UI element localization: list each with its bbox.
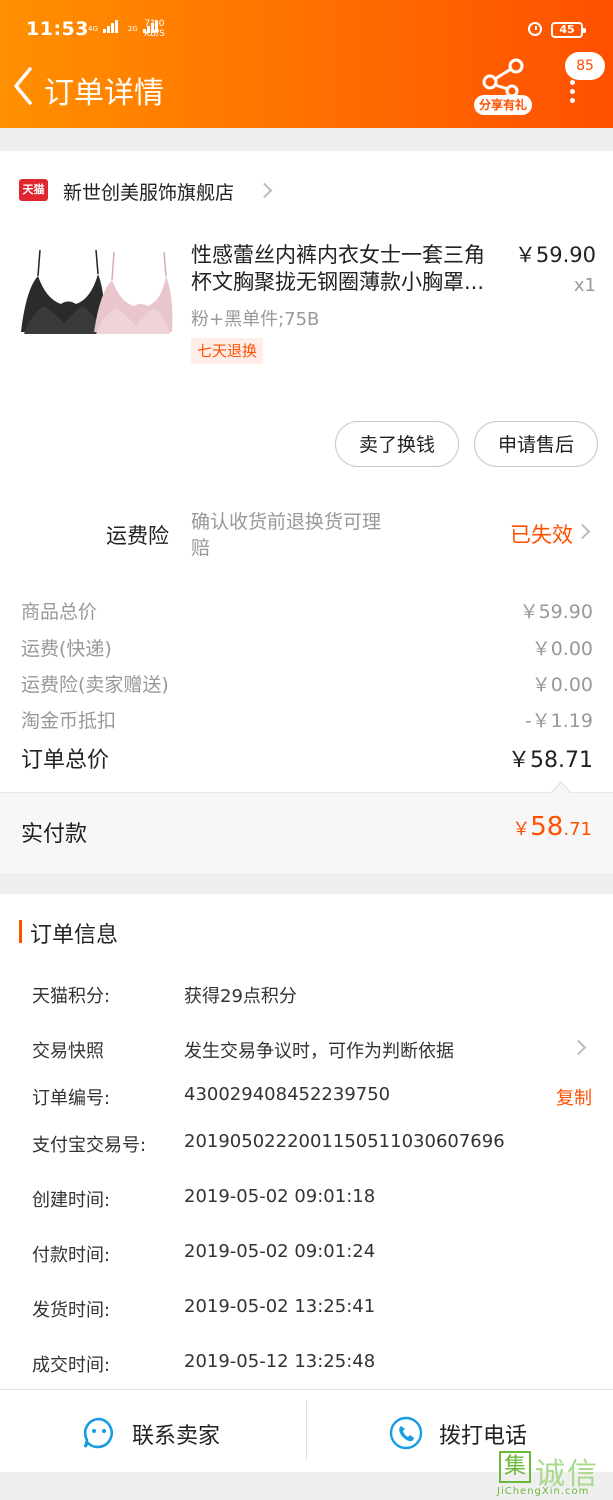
- call-phone-label: 拨打电话: [439, 1424, 528, 1449]
- watermark-url: JiChengXin.com: [497, 1486, 590, 1497]
- tmall-logo-icon: 天猫: [19, 179, 48, 201]
- seven-day-return-tag: 七天退换: [191, 338, 264, 364]
- network-type-1: 4G: [88, 25, 98, 33]
- call-phone-button[interactable]: 拨打电话: [389, 1414, 549, 1454]
- freight-insurance-label: 运费险: [106, 524, 169, 548]
- contact-seller-button[interactable]: 联系卖家: [82, 1414, 242, 1454]
- shipped-time-label: 发货时间:: [32, 1300, 111, 1321]
- phone-icon: [389, 1416, 423, 1450]
- signal-bars-icon: [102, 20, 118, 33]
- completed-time-label: 成交时间:: [32, 1355, 111, 1376]
- paid-int: 58: [530, 812, 564, 842]
- created-time-label: 创建时间:: [32, 1190, 111, 1211]
- share-gift-button[interactable]: 分享有礼: [470, 58, 536, 116]
- paid-time-value: 2019-05-02 09:01:24: [184, 1241, 376, 1262]
- network-type-2: 2G: [127, 25, 138, 33]
- taojinbi-discount-label: 淘金币抵扣: [21, 710, 117, 732]
- shipped-time-value: 2019-05-02 13:25:41: [184, 1296, 376, 1317]
- points-value: 获得29点积分: [184, 986, 297, 1007]
- freight-insurance-fee-label: 运费险(卖家赠送): [21, 674, 169, 696]
- resell-button[interactable]: 卖了换钱: [335, 421, 459, 467]
- completed-time-value: 2019-05-12 13:25:48: [184, 1351, 376, 1372]
- order-no-label: 订单编号:: [32, 1088, 111, 1109]
- shipping-fee-label: 运费(快递): [21, 638, 112, 660]
- apply-aftersale-button[interactable]: 申请售后: [474, 421, 598, 467]
- copy-order-no-button[interactable]: 复制: [556, 1084, 592, 1110]
- freight-insurance-desc-line-1: 确认收货前退换货可理: [191, 511, 382, 533]
- section-accent-bar: [19, 920, 22, 943]
- product-quantity: x1: [573, 275, 596, 296]
- chat-smile-icon: [83, 1417, 114, 1449]
- shop-name[interactable]: 新世创美服饰旗舰店: [63, 178, 234, 205]
- bottom-divider: [306, 1400, 307, 1460]
- order-total-value: ￥58.71: [508, 748, 593, 773]
- product-title-line-1[interactable]: 性感蕾丝内裤内衣女士一套三角: [191, 241, 485, 269]
- site-watermark: 集 诚信 JiChengXin.com: [495, 1449, 613, 1500]
- order-total-label: 订单总价: [21, 748, 110, 773]
- goods-total-label: 商品总价: [21, 601, 98, 623]
- alarm-icon: [528, 22, 542, 36]
- pointer-notch: [552, 783, 570, 793]
- created-time-value: 2019-05-02 09:01:18: [184, 1186, 376, 1207]
- paid-time-label: 付款时间:: [32, 1245, 111, 1266]
- snapshot-value: 发生交易争议时，可作为判断依据: [184, 1041, 454, 1062]
- product-price: ￥59.90: [514, 243, 596, 267]
- paid-dec: .71: [563, 819, 592, 840]
- actual-paid-value: ￥58.71: [512, 812, 592, 842]
- points-label: 天猫积分:: [32, 986, 111, 1007]
- alipay-no-label: 支付宝交易号:: [32, 1135, 147, 1156]
- paid-currency: ￥: [512, 819, 531, 840]
- freight-insurance-fee-value: ￥0.00: [531, 674, 593, 696]
- freight-insurance-status: 已失效: [510, 523, 573, 547]
- order-info-title: 订单信息: [30, 923, 119, 948]
- snapshot-label: 交易快照: [32, 1041, 104, 1062]
- freight-insurance-desc-line-2: 赔: [191, 537, 211, 559]
- speed-value: 71.0: [144, 19, 165, 29]
- shipping-fee-value: ￥0.00: [531, 638, 593, 660]
- taojinbi-discount-value: -￥1.19: [524, 710, 593, 732]
- watermark-logo-char: 集: [499, 1451, 531, 1483]
- share-icon: [482, 58, 524, 98]
- notification-badge: 85: [565, 52, 605, 80]
- network-speed: 71.0 KB/S: [144, 19, 165, 39]
- contact-seller-label: 联系卖家: [132, 1424, 221, 1449]
- back-arrow-icon[interactable]: [12, 66, 34, 106]
- product-title-line-2[interactable]: 杯文胸聚拢无钢圈薄款小胸罩...: [191, 268, 484, 296]
- actual-paid-label: 实付款: [21, 822, 88, 847]
- product-image[interactable]: [16, 244, 176, 354]
- app-header: 11:53 4G 2G 71.0 KB/S 45 订单详情 分享有礼 85: [0, 0, 613, 128]
- battery-icon: 45: [551, 22, 586, 38]
- more-menu-icon[interactable]: [562, 80, 582, 104]
- page-title: 订单详情: [44, 76, 164, 111]
- speed-unit: KB/S: [144, 29, 165, 39]
- status-time: 11:53: [26, 18, 89, 40]
- alipay-no-value: 2019050222001150511030607696: [184, 1131, 505, 1152]
- goods-total-value: ￥59.90: [519, 601, 593, 623]
- product-sku: 粉+黑单件;75B: [191, 309, 320, 330]
- share-gift-label: 分享有礼: [474, 95, 532, 115]
- order-no-value: 430029408452239750: [184, 1084, 391, 1105]
